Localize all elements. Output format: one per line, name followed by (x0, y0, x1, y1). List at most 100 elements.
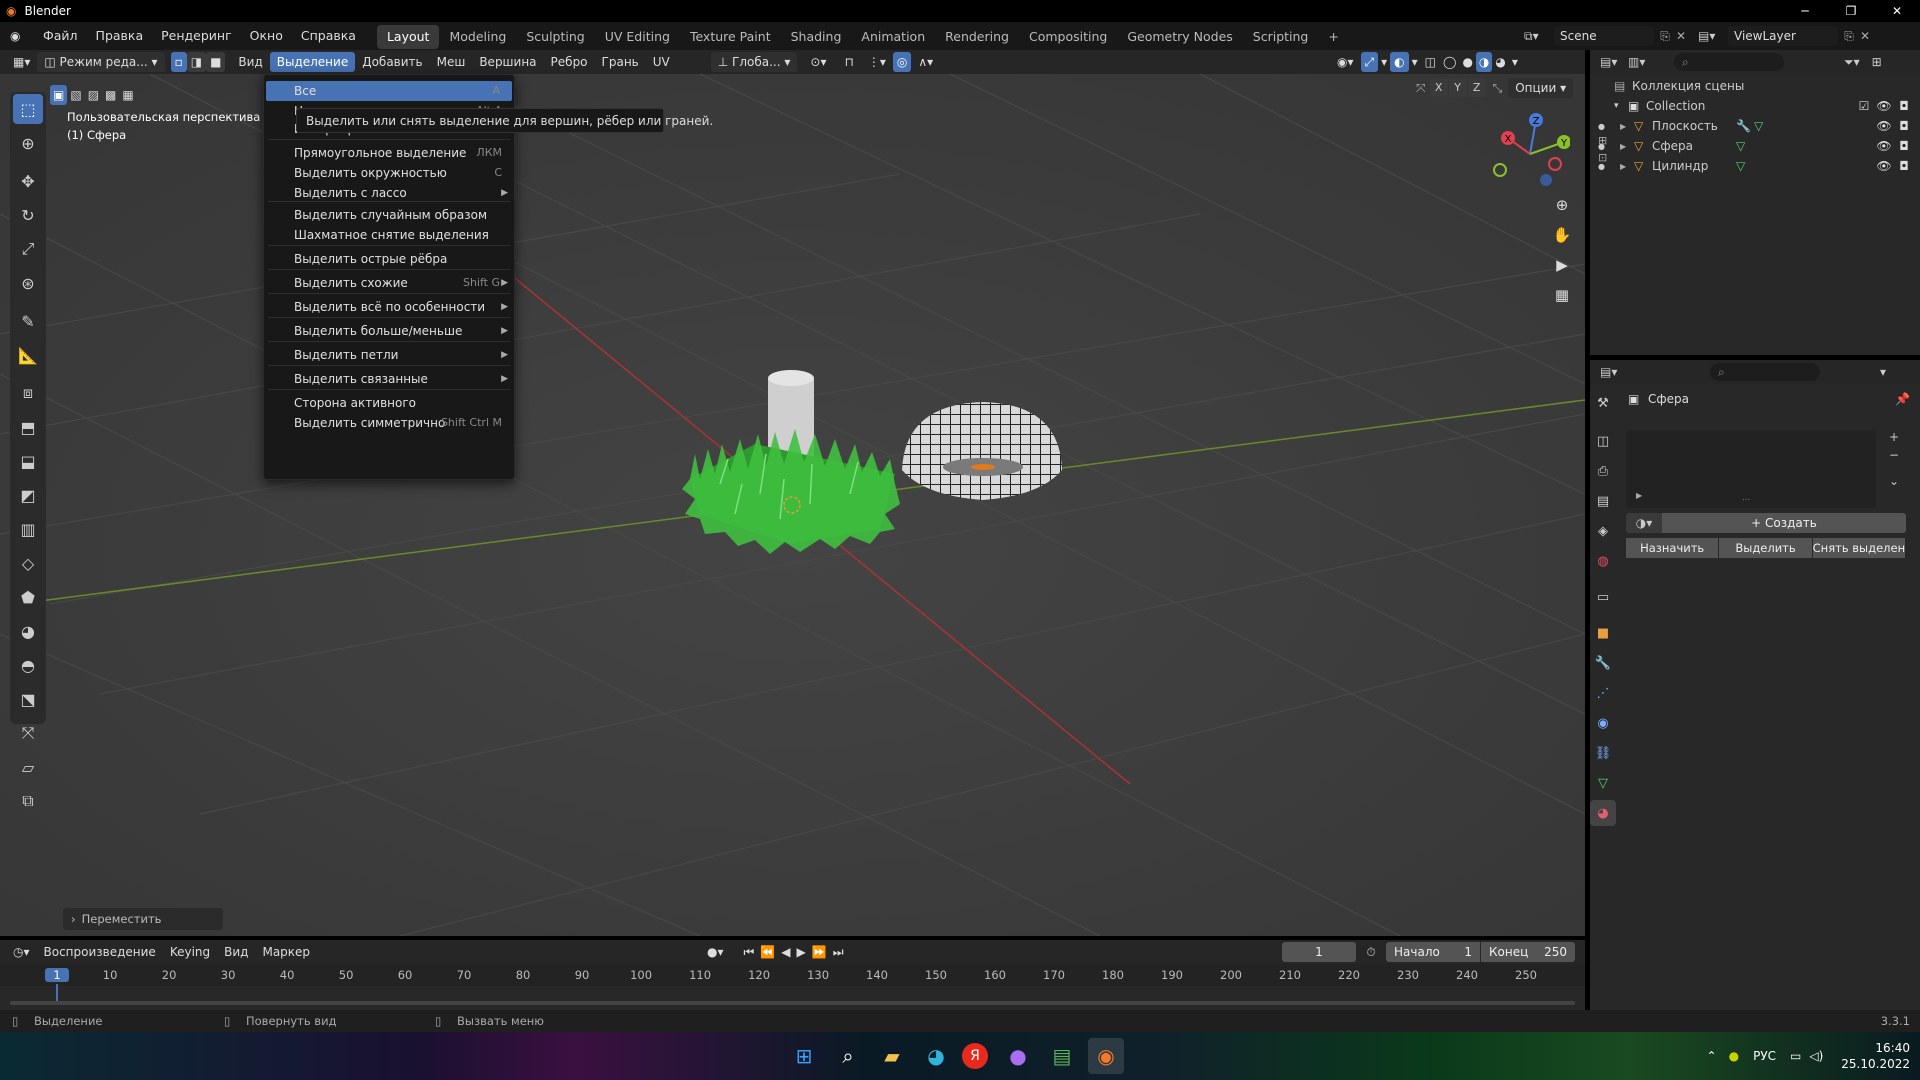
list-resize-handle-icon[interactable]: ⋯ (1742, 495, 1750, 504)
workspace-tab-modeling[interactable]: Modeling (439, 25, 516, 49)
timeline-menu-2[interactable]: Вид (217, 942, 255, 962)
shrink-fatten-icon[interactable]: ⤧ (13, 718, 43, 748)
menu-4[interactable]: Справка (292, 22, 365, 50)
scene-field[interactable]: Scene (1554, 26, 1654, 46)
expand-arrow-icon[interactable]: ▾ (1614, 101, 1628, 111)
scene-collection-row[interactable]: ▤ Коллекция сцены (1614, 77, 1744, 95)
menu-2[interactable]: Рендеринг (152, 22, 241, 50)
ortho-toggle-icon[interactable]: ▦ (1549, 282, 1575, 308)
pivot-point-icon[interactable]: ⊙▾ (803, 52, 833, 72)
viewport-menu-5[interactable]: Ребро (544, 52, 595, 72)
viewport-menu-3[interactable]: Меш (430, 52, 473, 72)
falloff-icon[interactable]: ∧▾ (911, 52, 940, 72)
file-explorer-icon[interactable]: ▰ (874, 1038, 910, 1074)
play-icon[interactable]: ▶ (794, 942, 809, 962)
overlays-toggle-icon[interactable]: ◐ (1390, 52, 1409, 72)
select-box-icon[interactable]: ⬚ (13, 94, 43, 124)
visibility-icon[interactable]: ◉▾ (1330, 52, 1361, 72)
transform-icon[interactable]: ⊛ (13, 268, 43, 298)
mesh-data-icon[interactable]: ▽ (1736, 159, 1754, 173)
smooth-icon[interactable]: ◓ (13, 650, 43, 680)
filter-icon[interactable]: ⏷▾ (1844, 55, 1860, 70)
viewport-menu-7[interactable]: UV (646, 52, 677, 72)
select-subtract-icon[interactable]: ▨ (85, 85, 102, 105)
properties-search-input[interactable]: ⌕ (1710, 363, 1820, 381)
material-action-button-1[interactable]: Выделить (1719, 538, 1812, 558)
outliner-editor-type-icon[interactable]: ▤▾ (1600, 55, 1628, 69)
navigation-gizmo[interactable]: Z Y X (1490, 112, 1570, 192)
modifier-tab-icon[interactable]: 🔧 (1590, 650, 1616, 676)
knife-icon[interactable]: ◇ (13, 548, 43, 578)
world-tab-icon[interactable]: ◍ (1590, 548, 1616, 574)
tray-app-icon[interactable]: ● (1729, 1049, 1739, 1063)
collection-visibility-eye-icon[interactable]: 👁 (1874, 99, 1894, 113)
collection-render-icon[interactable]: ◘ (1894, 99, 1914, 113)
collection-row[interactable]: ▾ ▣ Collection ☑ 👁 ◘ (1614, 97, 1914, 115)
current-frame-field[interactable]: 1 (1282, 942, 1356, 962)
outliner-object-row[interactable]: ● ▶ ▽ Цилиндр ▽ 👁 ◘ (1598, 157, 1914, 175)
workspace-tab-scripting[interactable]: Scripting (1243, 25, 1319, 49)
select-menu-item-12[interactable]: Выделить петли ▶ (264, 345, 514, 365)
render-visibility-icon[interactable]: ◘ (1894, 139, 1914, 153)
pan-hand-icon[interactable]: ✋ (1549, 222, 1575, 248)
network-icon[interactable]: ▭ (1790, 1049, 1801, 1063)
viewport-menu-1[interactable]: Выделение (269, 52, 356, 72)
search-icon[interactable]: ⌕ (830, 1038, 866, 1074)
mirror-options-icon[interactable]: ⤧ (1416, 81, 1426, 96)
viewport-menu-2[interactable]: Добавить (355, 52, 429, 72)
mirror-axis-y-button[interactable]: Y (1448, 79, 1467, 97)
render-visibility-icon[interactable]: ◘ (1894, 119, 1914, 133)
jump-next-keyframe-icon[interactable]: ⏩ (809, 942, 830, 962)
mesh-data-icon[interactable]: ▽ (1736, 139, 1754, 153)
edge-slide-icon[interactable]: ⬔ (13, 684, 43, 714)
mode-selector[interactable]: ◫ Режим реда... ▾ (37, 52, 165, 72)
solid-shading-icon[interactable]: ● (1459, 52, 1475, 72)
viewport-menu-6[interactable]: Грань (595, 52, 646, 72)
workspace-tab-rendering[interactable]: Rendering (935, 25, 1019, 49)
mesh-data-icon[interactable]: ▽ (1754, 119, 1772, 133)
yandex-browser-icon[interactable]: Я (962, 1043, 988, 1069)
menu-3[interactable]: Окно (241, 22, 292, 50)
material-slot-list[interactable]: ▶ ⋯ (1626, 430, 1876, 508)
select-menu-item-8[interactable]: Выделить острые рёбра (264, 249, 514, 269)
3d-viewport[interactable]: ⬚ ⊕ ✥ ↻ ⤢ ⊛ ✎ 📐 ⧈ ⬒ ⬓ ◩ ▥ ◇ ⬟ ◕ ◓ ⬔ ⤧ ▱ ⧉ ▣ ▧ ▨ ▩ ▦ Пользова… (0, 74, 1585, 936)
workspace-tab-geometry-nodes[interactable]: Geometry Nodes (1117, 25, 1242, 49)
snap-icon[interactable]: ⊓ (837, 52, 860, 72)
select-new-icon[interactable]: ▣ (50, 85, 68, 105)
options-dropdown[interactable]: Опции ▾ (1508, 78, 1574, 98)
modifier-wrench-icon[interactable]: 🔧 (1736, 119, 1754, 133)
timeline-menu-0[interactable]: Воспроизведение (37, 942, 163, 962)
output-tab-icon[interactable]: ⎙ (1590, 458, 1616, 484)
view-layer-remove-icon[interactable]: ✕ (1860, 29, 1876, 43)
jump-start-icon[interactable]: ⏮ (741, 942, 758, 962)
collection-checkbox-icon[interactable]: ☑ (1854, 99, 1874, 113)
select-menu-item-10[interactable]: Выделить всё по особенности ▶ (264, 297, 514, 317)
snap-target-icon[interactable]: ⋮▾ (861, 52, 893, 72)
close-icon[interactable]: ✕ (1874, 4, 1920, 18)
select-menu-item-3[interactable]: Прямоугольное выделение ЛКМ (264, 143, 514, 163)
slot-specials-icon[interactable]: ⌄ (1882, 474, 1906, 496)
add-workspace-icon[interactable]: + (1318, 25, 1348, 49)
menu-1[interactable]: Правка (87, 22, 153, 50)
volume-icon[interactable]: ◁) (1809, 1049, 1823, 1063)
render-tab-icon[interactable]: ◫ (1590, 428, 1616, 454)
outliner-object-row[interactable]: ● ▶ ▽ Сфера ▽ 👁 ◘ (1598, 137, 1914, 155)
poly-build-icon[interactable]: ⬟ (13, 582, 43, 612)
timeline-editor-type-icon[interactable]: ◷▾ (6, 942, 37, 962)
inset-faces-icon[interactable]: ⬓ (13, 446, 43, 476)
material-shading-icon[interactable]: ◑ (1475, 52, 1493, 72)
proportional-edit-icon[interactable]: ◎ (892, 52, 912, 72)
spin-icon[interactable]: ◕ (13, 616, 43, 646)
view-layer-icon[interactable]: ▤▾ (1698, 29, 1728, 43)
select-menu-item-0[interactable]: Все A (266, 81, 512, 101)
overlays-dropdown-icon[interactable]: ▾ (1409, 52, 1421, 72)
properties-options-icon[interactable]: ▾ (1880, 365, 1886, 379)
rotate-icon[interactable]: ↻ (13, 200, 43, 230)
shading-dropdown-icon[interactable]: ▾ (1509, 52, 1521, 72)
viewport-menu-4[interactable]: Вершина (472, 52, 543, 72)
viewport-menu-0[interactable]: Вид (231, 52, 269, 72)
workspace-tab-texture-paint[interactable]: Texture Paint (680, 25, 781, 49)
constraints-tab-icon[interactable]: ⛓ (1590, 740, 1616, 766)
scene-new-icon[interactable]: ⎘ (1654, 29, 1676, 44)
auto-merge-icon[interactable]: ⤡ (1493, 81, 1503, 96)
